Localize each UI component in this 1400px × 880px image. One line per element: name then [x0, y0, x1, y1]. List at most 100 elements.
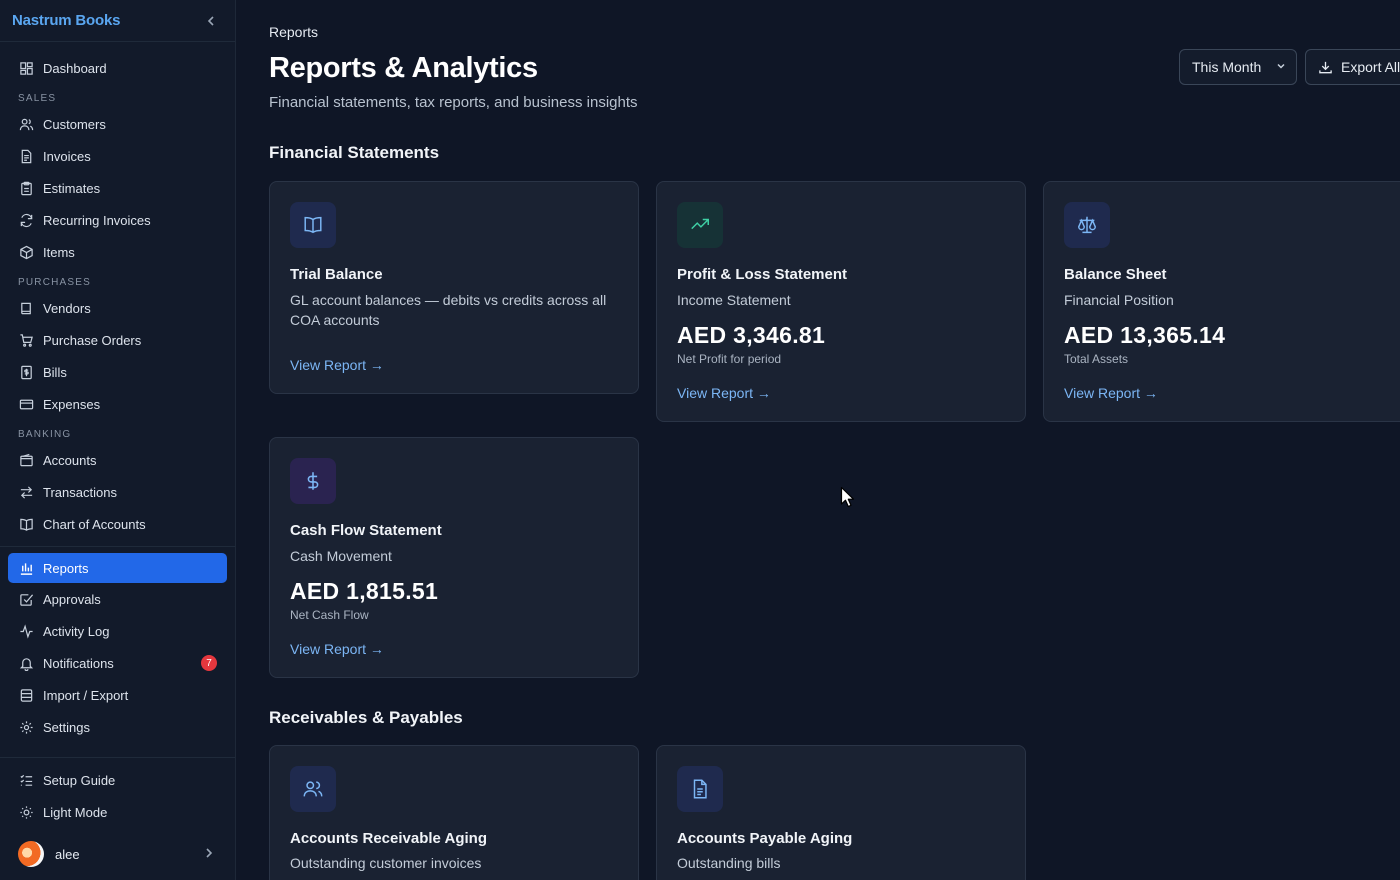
sidebar-item-dashboard[interactable]: Dashboard [0, 52, 235, 84]
sidebar-divider [0, 757, 235, 758]
report-card-cash-flow[interactable]: Cash Flow Statement Cash Movement AED 1,… [269, 437, 639, 678]
view-report-link[interactable]: View Report → [677, 385, 771, 401]
report-card-trial-balance[interactable]: Trial Balance GL account balances — debi… [269, 181, 639, 394]
sidebar-item-label: Reports [43, 560, 89, 576]
sidebar-item-invoices[interactable]: Invoices [0, 140, 235, 172]
sidebar-item-purchase-orders[interactable]: Purchase Orders [0, 324, 235, 356]
period-select-value: This Month [1192, 59, 1262, 75]
view-report-link[interactable]: View Report → [1064, 385, 1158, 401]
list-checks-icon [18, 772, 34, 788]
report-card-ap-aging[interactable]: Accounts Payable Aging Outstanding bills [656, 745, 1026, 880]
user-name: alee [55, 846, 80, 862]
invoice-icon [18, 148, 34, 164]
collapse-sidebar-icon[interactable] [205, 15, 217, 27]
card-amount-label: Total Assets [1064, 352, 1129, 366]
avatar [18, 841, 44, 867]
sidebar-item-label: Settings [43, 719, 90, 735]
sidebar-item-settings[interactable]: Settings [0, 711, 235, 743]
sidebar-item-label: Transactions [43, 484, 117, 500]
card-description: Outstanding customer invoices [290, 855, 482, 871]
view-report-link[interactable]: View Report → [290, 641, 384, 657]
section-title-receivables-payables: Receivables & Payables [269, 708, 463, 727]
sidebar-item-estimates[interactable]: Estimates [0, 172, 235, 204]
sidebar-item-label: Activity Log [43, 623, 110, 639]
mouse-cursor-icon [840, 486, 856, 515]
sidebar-item-expenses[interactable]: Expenses [0, 388, 235, 420]
dashboard-icon [18, 60, 34, 76]
card-amount: AED 3,346.81 [677, 322, 826, 348]
report-card-profit-loss[interactable]: Profit & Loss Statement Income Statement… [656, 181, 1026, 422]
brand-name: Nastrum Books [12, 12, 121, 29]
credit-card-icon [18, 396, 34, 412]
user-menu[interactable]: alee [0, 838, 235, 870]
dollar-icon [290, 458, 336, 504]
sidebar-item-label: Approvals [43, 591, 101, 607]
notifications-badge: 7 [201, 655, 217, 671]
sidebar-item-approvals[interactable]: Approvals [0, 583, 235, 615]
database-icon [18, 687, 34, 703]
book-icon [18, 300, 34, 316]
report-card-ar-aging[interactable]: Accounts Receivable Aging Outstanding cu… [269, 745, 639, 880]
sidebar-item-label: Expenses [43, 396, 101, 412]
sidebar-item-accounts[interactable]: Accounts [0, 444, 235, 476]
sidebar-item-label: Customers [43, 116, 106, 132]
wallet-icon [18, 452, 34, 468]
download-icon [1318, 60, 1333, 75]
sidebar-item-label: Notifications [43, 655, 114, 671]
sidebar-item-reports[interactable]: Reports [8, 553, 227, 583]
breadcrumb[interactable]: Reports [269, 24, 318, 40]
sidebar: Nastrum Books Dashboard SALES Customers … [0, 0, 236, 880]
report-card-balance-sheet[interactable]: Balance Sheet Financial Position AED 13,… [1043, 181, 1400, 422]
section-label-sales: SALES [18, 93, 57, 104]
export-all-label: Export All [1341, 59, 1400, 75]
card-amount: AED 13,365.14 [1064, 322, 1226, 348]
card-amount-label: Net Profit for period [677, 352, 782, 366]
activity-icon [18, 623, 34, 639]
section-label-purchases: PURCHASES [18, 277, 92, 288]
export-all-button[interactable]: Export All [1305, 49, 1400, 85]
sun-icon [18, 804, 34, 820]
period-select[interactable]: This Month [1179, 49, 1297, 85]
section-label-banking: BANKING [18, 429, 72, 440]
sidebar-item-label: Items [43, 244, 75, 260]
brand-header: Nastrum Books [0, 0, 235, 42]
card-title: Profit & Loss Statement [677, 266, 848, 283]
sidebar-item-items[interactable]: Items [0, 236, 235, 268]
sidebar-item-transactions[interactable]: Transactions [0, 476, 235, 508]
sidebar-item-chart-of-accounts[interactable]: Chart of Accounts [0, 508, 235, 540]
users-icon [290, 766, 336, 812]
arrows-left-right-icon [18, 484, 34, 500]
gear-icon [18, 719, 34, 735]
card-title: Balance Sheet [1064, 266, 1167, 283]
sidebar-item-label: Import / Export [43, 687, 129, 703]
card-description: Cash Movement [290, 548, 392, 564]
sidebar-item-bills[interactable]: Bills [0, 356, 235, 388]
sidebar-item-setup-guide[interactable]: Setup Guide [0, 764, 235, 796]
sidebar-item-label: Estimates [43, 180, 101, 196]
sidebar-item-label: Dashboard [43, 60, 107, 76]
sidebar-item-import-export[interactable]: Import / Export [0, 679, 235, 711]
sidebar-nav: Dashboard SALES Customers Invoices Estim… [0, 42, 235, 828]
refresh-icon [18, 212, 34, 228]
sidebar-item-label: Vendors [43, 300, 91, 316]
sidebar-item-customers[interactable]: Customers [0, 108, 235, 140]
open-book-icon [18, 516, 34, 532]
check-square-icon [18, 591, 34, 607]
card-description: Outstanding bills [677, 855, 781, 871]
file-text-icon [677, 766, 723, 812]
sidebar-item-label: Accounts [43, 452, 97, 468]
sidebar-item-activity-log[interactable]: Activity Log [0, 615, 235, 647]
card-amount-label: Net Cash Flow [290, 608, 369, 622]
receipt-icon [18, 364, 34, 380]
open-book-icon [290, 202, 336, 248]
trending-up-icon [677, 202, 723, 248]
view-report-link[interactable]: View Report → [290, 357, 384, 373]
sidebar-item-vendors[interactable]: Vendors [0, 292, 235, 324]
card-title: Accounts Receivable Aging [290, 830, 487, 847]
page-title: Reports & Analytics [269, 52, 538, 84]
card-title: Accounts Payable Aging [677, 830, 853, 847]
card-description: Financial Position [1064, 292, 1174, 308]
sidebar-item-recurring-invoices[interactable]: Recurring Invoices [0, 204, 235, 236]
sidebar-item-light-mode[interactable]: Light Mode [0, 796, 235, 828]
sidebar-item-notifications[interactable]: Notifications 7 [0, 647, 235, 679]
